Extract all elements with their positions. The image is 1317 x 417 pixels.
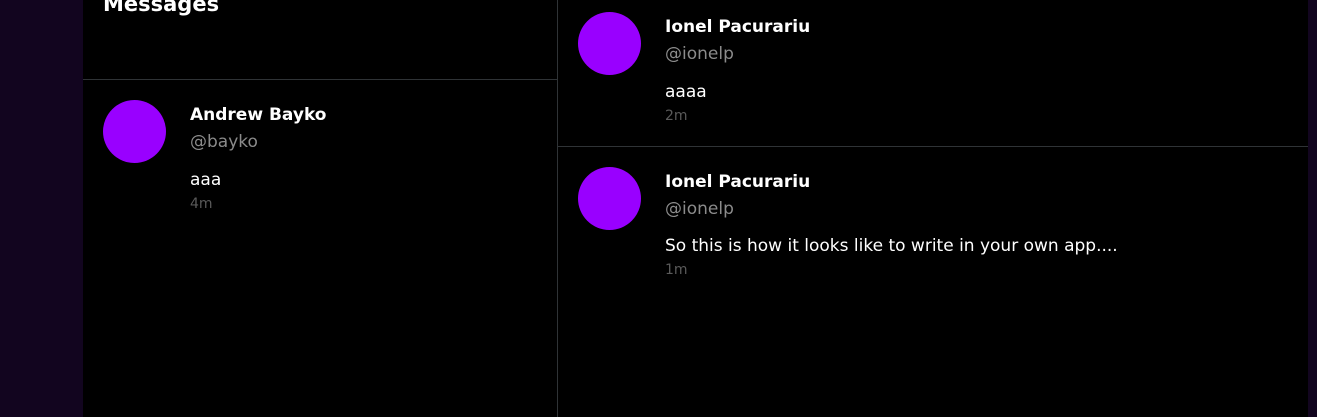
avatar[interactable]: [103, 100, 166, 163]
message-text: So this is how it looks like to write in…: [665, 236, 1118, 256]
avatar[interactable]: [578, 12, 641, 75]
author-handle: @ionelp: [665, 199, 734, 219]
author-name[interactable]: Andrew Bayko: [190, 104, 326, 126]
author-handle: @bayko: [190, 132, 258, 152]
panel-header: Messages: [83, 0, 557, 80]
page-title: Messages: [103, 0, 220, 16]
author-name[interactable]: Ionel Pacurariu: [665, 16, 810, 38]
app-frame: Messages Andrew Bayko @bayko aaa 4m Ione…: [83, 0, 1308, 417]
message-item: Ionel Pacurariu @ionelp aaaa 2m: [558, 0, 1308, 147]
message-text: aaaa: [665, 82, 707, 102]
message-item: Ionel Pacurariu @ionelp So this is how i…: [558, 147, 1308, 297]
message-thread-panel: Ionel Pacurariu @ionelp aaaa 2m Ionel Pa…: [558, 0, 1308, 417]
message-timestamp: 4m: [190, 196, 213, 212]
message-timestamp: 2m: [665, 108, 688, 124]
message-timestamp: 1m: [665, 262, 688, 278]
author-handle: @ionelp: [665, 44, 734, 64]
conversation-item[interactable]: Andrew Bayko @bayko aaa 4m: [83, 80, 557, 220]
avatar[interactable]: [578, 167, 641, 230]
conversation-list-panel: Messages Andrew Bayko @bayko aaa 4m: [83, 0, 558, 417]
author-name[interactable]: Ionel Pacurariu: [665, 171, 810, 193]
message-preview: aaa: [190, 170, 222, 190]
